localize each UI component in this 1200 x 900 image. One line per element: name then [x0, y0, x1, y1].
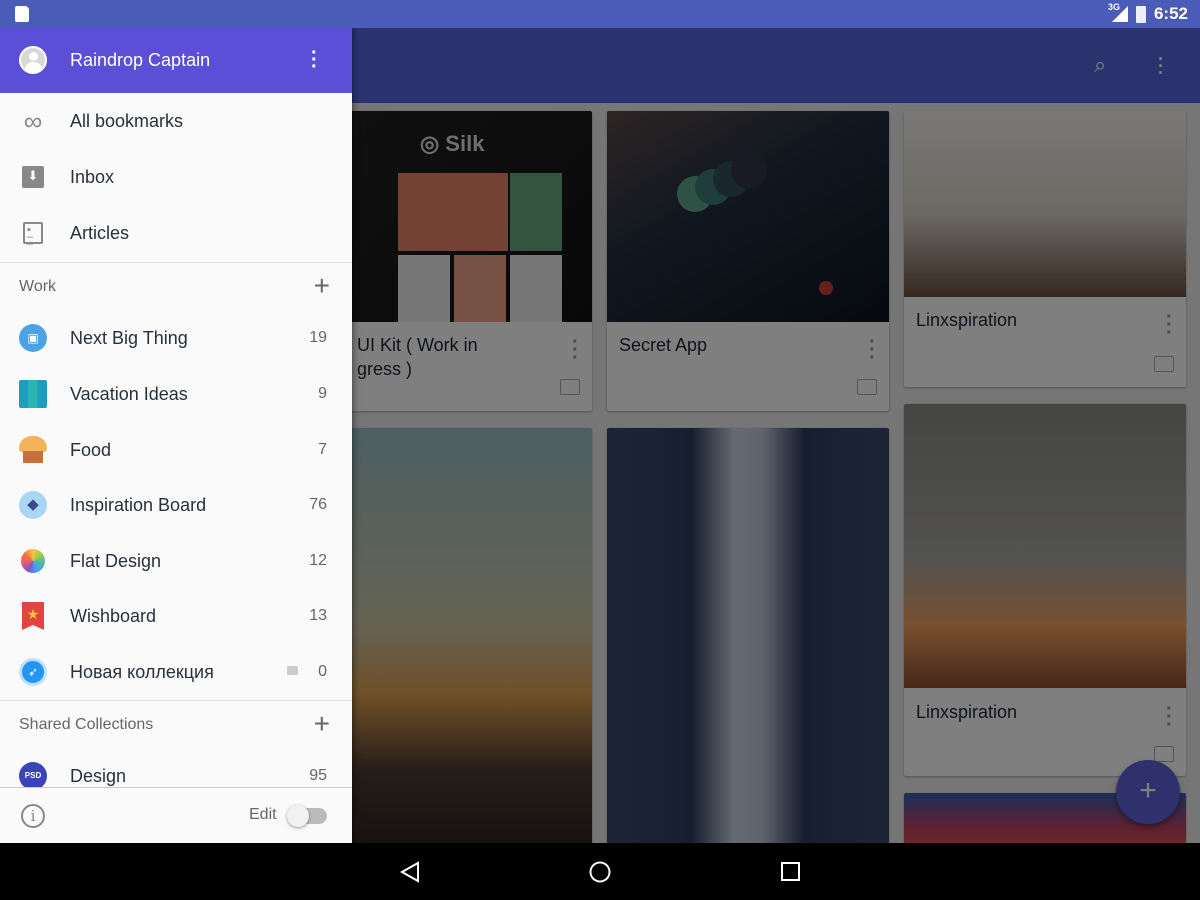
signal-icon: 3G: [1108, 2, 1128, 22]
map-icon: [19, 380, 47, 408]
nav-all-bookmarks[interactable]: ∞ All bookmarks: [0, 93, 352, 149]
collection-label: Design: [70, 765, 127, 786]
section-header-shared: Shared Collections +: [0, 702, 352, 746]
back-icon[interactable]: [398, 860, 422, 884]
collection-food[interactable]: Food 7: [0, 422, 352, 478]
collection-count: 19: [309, 329, 327, 346]
muffin-icon: [19, 436, 47, 464]
drawer-header: Raindrop Captain · · ·: [0, 28, 352, 93]
battery-charging-icon: [1135, 5, 1146, 23]
collection-count: 95: [309, 767, 327, 784]
collection-count: 13: [309, 607, 327, 624]
chat-bubble-icon: ▣: [19, 324, 47, 352]
edit-label: Edit: [249, 806, 277, 823]
info-icon[interactable]: i: [21, 804, 45, 828]
star-bookmark-icon: ★: [19, 602, 47, 630]
divider: [0, 262, 352, 263]
collection-label: Flat Design: [70, 550, 162, 571]
account-menu-icon[interactable]: · · ·: [311, 43, 318, 77]
avatar[interactable]: [19, 46, 47, 74]
nav-articles[interactable]: ▪ ‒ ‒ Articles: [0, 205, 352, 261]
collection-count: 76: [309, 496, 327, 513]
clock: 6:52: [1153, 4, 1188, 23]
section-title: Work: [19, 278, 57, 295]
home-icon[interactable]: [588, 860, 612, 884]
collection-novaya-kollektsiya[interactable]: ➶ Новая коллекция 0: [0, 644, 352, 700]
collection-label: Новая коллекция: [70, 661, 214, 682]
edit-toggle[interactable]: [287, 805, 327, 827]
inbox-icon: ⬇: [19, 163, 47, 191]
collection-label: Wishboard: [70, 605, 157, 626]
add-shared-collection-icon[interactable]: +: [314, 708, 330, 740]
collection-count: 9: [318, 385, 327, 402]
add-collection-icon[interactable]: +: [314, 270, 330, 302]
collection-inspiration-board[interactable]: ◆ Inspiration Board 76: [0, 477, 352, 533]
system-navigation-bar: [0, 843, 1200, 900]
collection-flat-design[interactable]: Flat Design 12: [0, 533, 352, 589]
nav-inbox[interactable]: ⬇ Inbox: [0, 149, 352, 205]
network-type: 3G: [1107, 2, 1120, 12]
article-icon: ▪ ‒ ‒: [19, 219, 47, 250]
collection-count: 0: [318, 663, 327, 680]
nav-label: All bookmarks: [70, 110, 184, 131]
sd-card-icon: [15, 6, 29, 22]
collection-wishboard[interactable]: ★ Wishboard 13: [0, 588, 352, 644]
collection-next-big-thing[interactable]: ▣ Next Big Thing 19: [0, 310, 352, 366]
lock-icon: [287, 666, 298, 675]
collection-count: 7: [318, 441, 327, 458]
photos-flower-icon: [19, 547, 47, 575]
divider: [0, 700, 352, 701]
collection-label: Next Big Thing: [70, 327, 188, 348]
collection-label: Inspiration Board: [70, 494, 207, 515]
collection-vacation-ideas[interactable]: Vacation Ideas 9: [0, 366, 352, 422]
nav-label: Inbox: [70, 166, 115, 187]
collection-label: Food: [70, 439, 112, 460]
collection-label: Vacation Ideas: [70, 383, 188, 404]
user-name: Raindrop Captain: [70, 50, 211, 70]
compass-icon: ➶: [19, 658, 47, 686]
drawer-footer: i Edit: [0, 787, 352, 843]
section-header-work: Work +: [0, 264, 352, 308]
status-bar: 3G 6:52: [0, 0, 1200, 28]
collection-count: 12: [309, 552, 327, 569]
infinity-icon: ∞: [23, 105, 43, 136]
diamond-icon: ◆: [19, 491, 47, 519]
navigation-drawer: Raindrop Captain · · · ∞ All bookmarks ⬇ I…: [0, 28, 352, 843]
recents-icon[interactable]: [779, 860, 803, 884]
nav-label: Articles: [70, 222, 130, 243]
psd-icon: PSD: [19, 762, 47, 790]
section-title: Shared Collections: [19, 716, 154, 733]
